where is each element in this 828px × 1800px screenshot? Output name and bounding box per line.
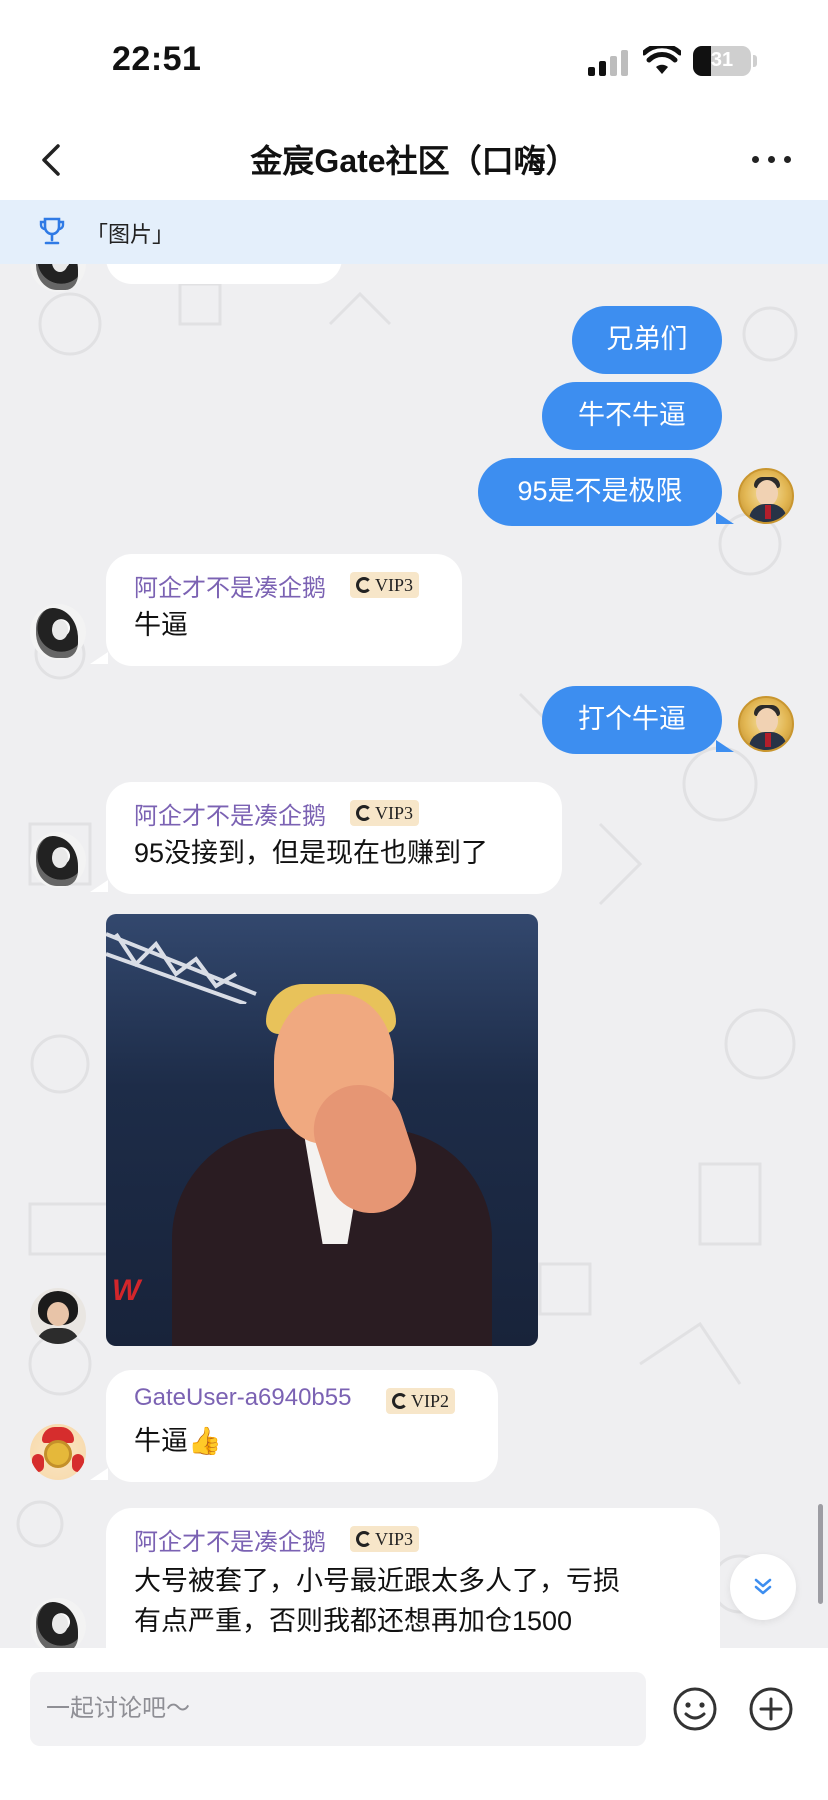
- status-time: 22:51: [112, 40, 202, 78]
- message-text: 牛逼👍: [134, 1426, 222, 1456]
- outgoing-message: 95是不是极限: [478, 458, 722, 526]
- more-dots-icon[interactable]: [752, 156, 792, 166]
- status-bar: 22:51 31: [0, 0, 828, 120]
- plus-circle-icon[interactable]: [748, 1686, 794, 1732]
- vip-badge: VIP3: [350, 572, 420, 598]
- composer-bar: [0, 1648, 828, 1800]
- sender-name[interactable]: 阿企才不是凑企鹅: [134, 1522, 326, 1557]
- sender-name[interactable]: 阿企才不是凑企鹅: [134, 568, 326, 603]
- vip-badge: VIP3: [350, 800, 420, 826]
- chat-screen: 22:51 31 金宸Gate社区（口嗨） 「图片」 兄弟们 牛不牛逼 95是不…: [0, 0, 828, 1800]
- vip-badge: VIP3: [350, 1526, 420, 1552]
- pinned-text: 「图片」: [86, 222, 175, 247]
- vip-icon: [356, 805, 372, 821]
- incoming-message: 阿企才不是凑企鹅 VIP3 牛逼: [106, 554, 462, 666]
- incoming-message: 阿企才不是凑企鹅 VIP3 大号被套了，小号最近跟太多人了，亏损 有点严重，否则…: [106, 1508, 720, 1648]
- wwe-logo: W: [112, 1274, 140, 1307]
- avatar[interactable]: [30, 604, 86, 660]
- battery-tip: [753, 55, 757, 67]
- vip-icon: [356, 1531, 372, 1547]
- nav-bar: 金宸Gate社区（口嗨）: [0, 120, 828, 200]
- outgoing-message: 打个牛逼: [542, 686, 722, 754]
- outgoing-message: 兄弟们: [572, 306, 722, 374]
- message-text: 兄弟们: [606, 324, 688, 354]
- cellular-signal-icon: [588, 50, 630, 76]
- outgoing-message: 牛不牛逼: [542, 382, 722, 450]
- message-list[interactable]: 兄弟们 牛不牛逼 95是不是极限 阿企才不是凑企鹅 VIP3 牛逼 打个牛逼 阿…: [0, 264, 828, 1648]
- vip-level: VIP3: [375, 1529, 414, 1549]
- battery-icon: 31: [693, 46, 751, 76]
- gif-image[interactable]: W: [106, 914, 538, 1346]
- wifi-icon: [643, 46, 681, 74]
- bubble-tail: [716, 740, 734, 752]
- avatar[interactable]: [738, 696, 794, 752]
- avatar[interactable]: [30, 1424, 86, 1480]
- message-text: 牛不牛逼: [578, 400, 686, 430]
- incoming-message: 阿企才不是凑企鹅 VIP3 95没接到，但是现在也赚到了: [106, 782, 562, 894]
- bubble-tail: [90, 880, 108, 892]
- vip-badge: VIP2: [386, 1388, 456, 1414]
- message-text-line-1: 大号被套了，小号最近跟太多人了，亏损: [134, 1566, 620, 1596]
- message-text: 95没接到，但是现在也赚到了: [134, 838, 489, 868]
- vip-icon: [356, 577, 372, 593]
- smiley-icon[interactable]: [672, 1686, 718, 1732]
- message-text: 牛逼: [134, 610, 188, 640]
- vip-icon: [392, 1393, 408, 1409]
- pinned-message-bar[interactable]: 「图片」: [0, 200, 828, 264]
- vip-level: VIP3: [375, 803, 414, 823]
- page-title: 金宸Gate社区（口嗨）: [250, 143, 578, 179]
- message-text-line-2: 有点严重，否则我都还想再加仓1500: [134, 1606, 573, 1636]
- stage-truss: [106, 932, 257, 1004]
- vip-level: VIP2: [411, 1391, 450, 1411]
- avatar[interactable]: [30, 1598, 86, 1648]
- battery-level: 31: [710, 49, 734, 71]
- avatar[interactable]: [738, 468, 794, 524]
- sender-name[interactable]: 阿企才不是凑企鹅: [134, 796, 326, 831]
- scroll-to-bottom-button[interactable]: [730, 1554, 796, 1620]
- message-bubble-partial: [106, 264, 342, 284]
- sender-name[interactable]: GateUser-a6940b55: [134, 1384, 351, 1412]
- message-input[interactable]: [30, 1672, 646, 1746]
- double-chevron-down-icon: [754, 1578, 772, 1595]
- incoming-message: GateUser-a6940b55 VIP2 牛逼👍: [106, 1370, 498, 1482]
- bubble-tail: [716, 512, 734, 524]
- avatar[interactable]: [30, 832, 86, 888]
- message-text: 95是不是极限: [517, 476, 683, 506]
- avatar[interactable]: [30, 1288, 86, 1344]
- bubble-tail: [90, 1468, 108, 1480]
- message-text: 打个牛逼: [578, 704, 686, 734]
- trophy-icon: [39, 217, 65, 245]
- vip-level: VIP3: [375, 575, 414, 595]
- bubble-tail: [90, 652, 108, 664]
- scrollbar[interactable]: [818, 1504, 823, 1604]
